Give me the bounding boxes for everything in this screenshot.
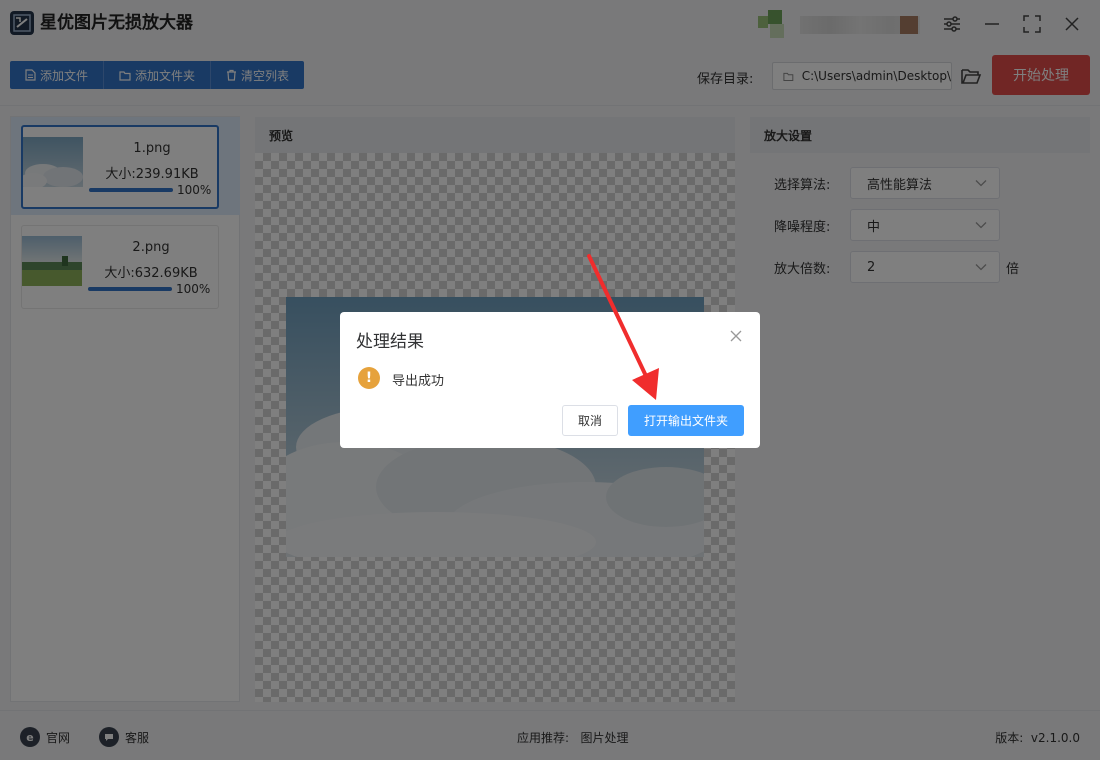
result-dialog: 处理结果 ! 导出成功 取消 打开输出文件夹 [340,312,760,448]
dialog-message: 导出成功 [392,374,445,389]
dialog-close-icon[interactable] [728,328,744,344]
dialog-title: 处理结果 [356,332,424,352]
cancel-button[interactable]: 取消 [562,405,618,436]
open-output-folder-button[interactable]: 打开输出文件夹 [628,405,744,436]
warning-icon: ! [358,367,380,389]
